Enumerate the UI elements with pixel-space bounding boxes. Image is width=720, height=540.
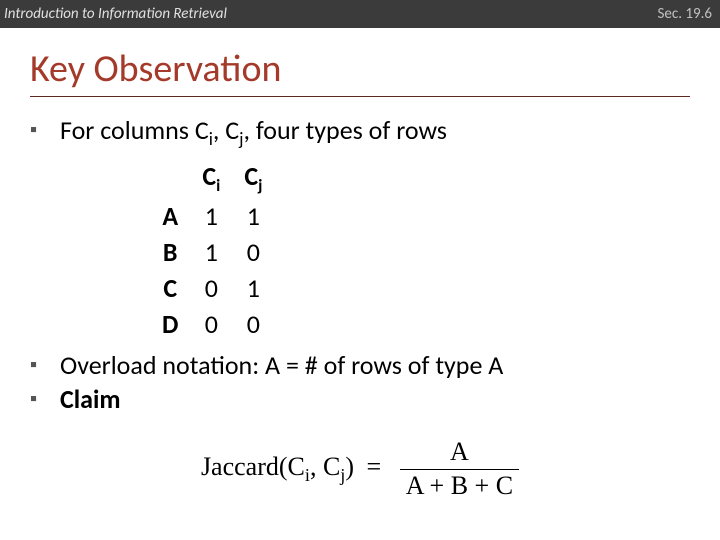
row-label: A xyxy=(150,198,190,234)
bullet-1-text: For columns Ci, Cj, four types of rows xyxy=(60,113,690,156)
slide-header: Introduction to Information Retrieval Se… xyxy=(0,0,720,28)
cell: 1 xyxy=(190,234,232,270)
table-row: C 0 1 xyxy=(150,270,274,306)
fraction: A A + B + C xyxy=(400,438,519,500)
b1-suffix: , four types of rows xyxy=(243,114,447,146)
cell: 0 xyxy=(232,306,274,342)
bullet-marker: ▪ xyxy=(30,113,60,147)
bullet-3: ▪ Claim xyxy=(30,382,690,416)
b1-mid: , C xyxy=(213,114,239,146)
table-row: D 0 0 xyxy=(150,306,274,342)
row-label: C xyxy=(150,270,190,306)
b1-prefix: For columns C xyxy=(60,114,209,146)
table-row: B 1 0 xyxy=(150,234,274,270)
cell: 1 xyxy=(232,198,274,234)
slide-body: ▪ For columns Ci, Cj, four types of rows… xyxy=(30,113,690,501)
row-label: B xyxy=(150,234,190,270)
cell: 0 xyxy=(190,270,232,306)
numerator: A xyxy=(400,438,519,470)
cell: 1 xyxy=(232,270,274,306)
cell: 0 xyxy=(232,234,274,270)
section-label: Sec. 19.6 xyxy=(658,5,712,23)
table-row: A 1 1 xyxy=(150,198,274,234)
jaccard-formula: Jaccard(Ci, Cj) = A A + B + C xyxy=(30,438,690,500)
col-header-ci: Ci xyxy=(190,158,232,198)
equals-sign: = xyxy=(367,452,382,481)
row-type-table: Ci Cj A 1 1 B 1 0 C 0 1 D 0 0 xyxy=(150,158,690,342)
formula-lhs: Jaccard(Ci, Cj) xyxy=(201,452,361,481)
type-table: Ci Cj A 1 1 B 1 0 C 0 1 D 0 0 xyxy=(150,158,274,342)
fn-name: Jaccard xyxy=(201,452,279,481)
bullet-2: ▪ Overload notation: A = # of rows of ty… xyxy=(30,348,690,382)
bullet-marker: ▪ xyxy=(30,348,60,382)
col-header-cj: Cj xyxy=(232,158,274,198)
bullet-3-text: Claim xyxy=(60,382,690,416)
bullet-1: ▪ For columns Ci, Cj, four types of rows xyxy=(30,113,690,156)
cell: 1 xyxy=(190,198,232,234)
denominator: A + B + C xyxy=(400,470,519,501)
course-title: Introduction to Information Retrieval xyxy=(4,5,227,23)
bullet-2-text: Overload notation: A = # of rows of type… xyxy=(60,348,690,382)
cell: 0 xyxy=(190,306,232,342)
table-header-row: Ci Cj xyxy=(150,158,274,198)
bullet-marker: ▪ xyxy=(30,382,60,416)
slide-title: Key Observation xyxy=(30,46,690,97)
row-label: D xyxy=(150,306,190,342)
